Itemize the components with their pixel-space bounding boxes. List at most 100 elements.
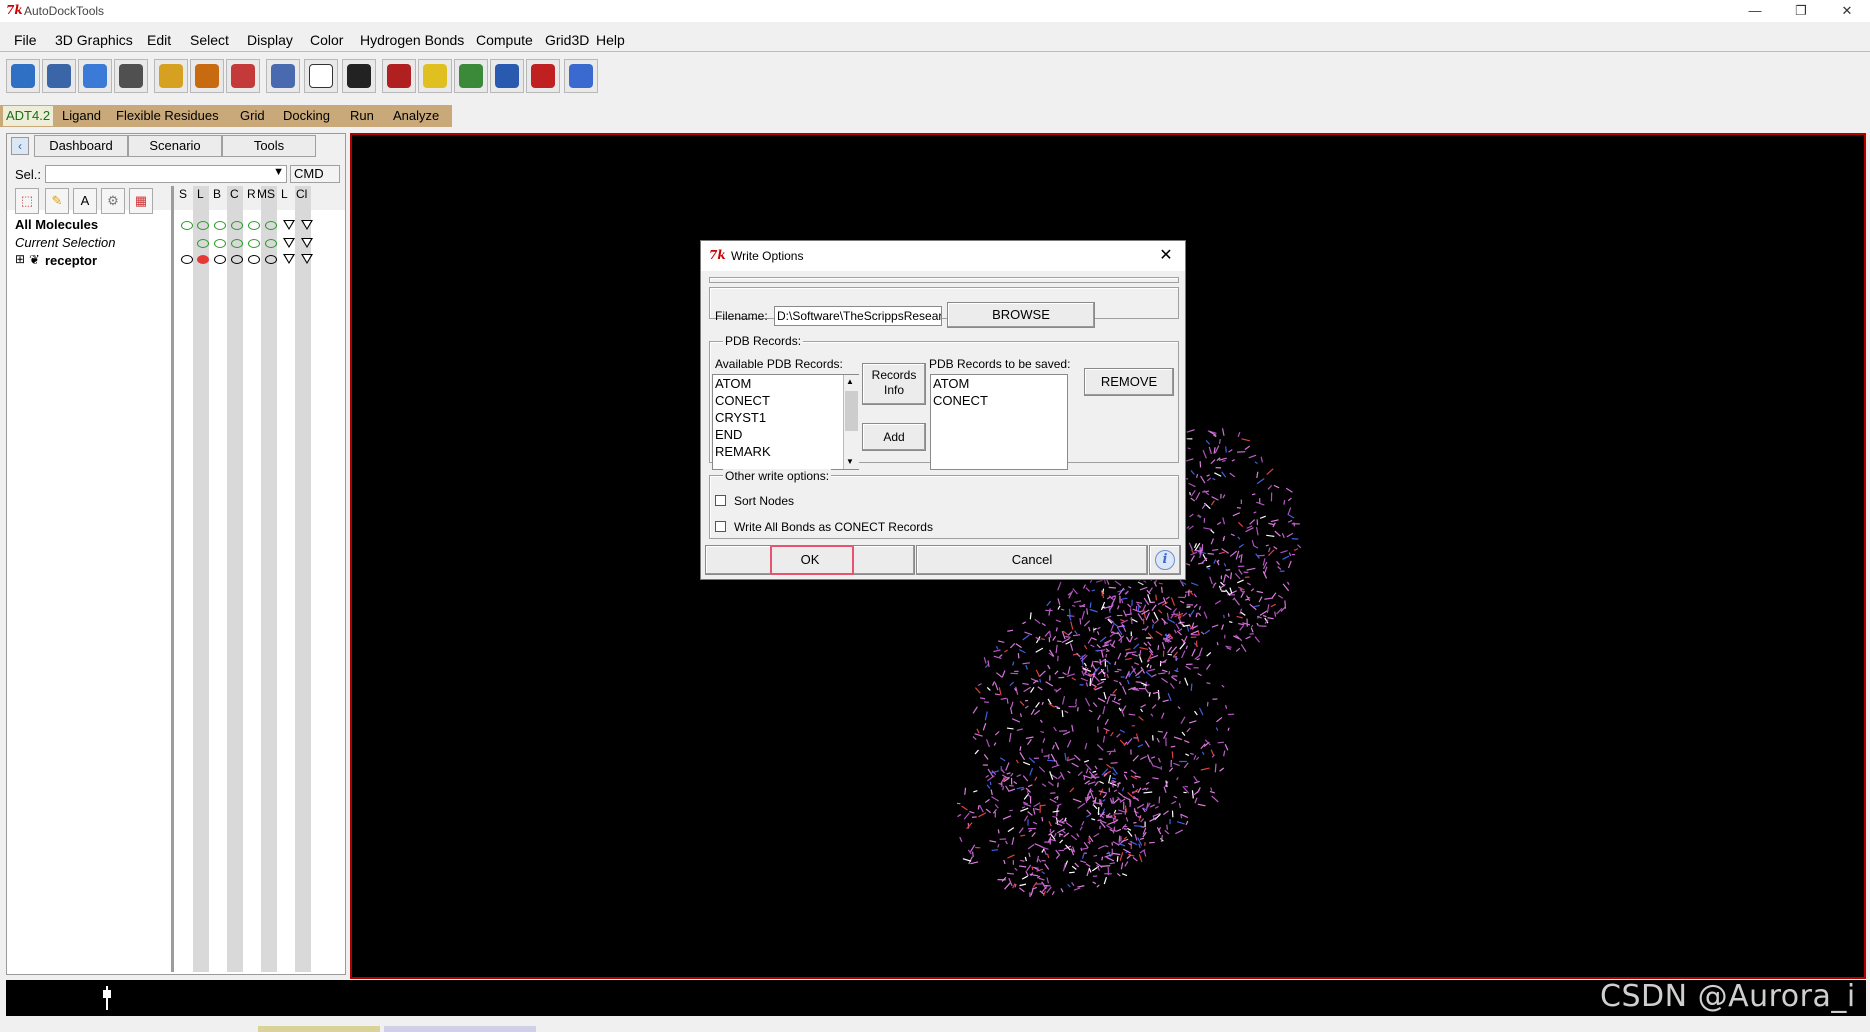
list-item[interactable]: CONECT bbox=[713, 392, 858, 409]
cancel-button[interactable]: Cancel bbox=[916, 545, 1148, 575]
gear-tool-icon[interactable]: ⚙ bbox=[101, 188, 125, 214]
toggle-circle[interactable] bbox=[265, 255, 277, 264]
list-item[interactable]: CONECT bbox=[931, 392, 1067, 409]
menu-select[interactable]: Select bbox=[190, 32, 229, 48]
help-map-icon[interactable] bbox=[564, 59, 598, 93]
menu-help[interactable]: Help bbox=[596, 32, 625, 48]
color-sphere-icon[interactable] bbox=[418, 59, 452, 93]
select-icon[interactable] bbox=[226, 59, 260, 93]
menu-file[interactable]: File bbox=[14, 32, 37, 48]
monitor-icon[interactable] bbox=[382, 59, 416, 93]
dropdown-triangle-icon[interactable] bbox=[301, 254, 313, 264]
scroll-up-icon[interactable]: ▲ bbox=[846, 377, 854, 386]
info-button[interactable]: i bbox=[1149, 545, 1181, 575]
toggle-circle[interactable] bbox=[181, 255, 193, 264]
toggle-circle[interactable] bbox=[197, 221, 209, 230]
tab-dashboard[interactable]: Dashboard bbox=[34, 135, 128, 157]
menu-hydrogen-bonds[interactable]: Hydrogen Bonds bbox=[360, 32, 464, 48]
dropdown-triangle-icon[interactable] bbox=[283, 254, 295, 264]
column-header-l2[interactable]: L bbox=[281, 187, 288, 201]
menu-3d-graphics[interactable]: 3D Graphics bbox=[55, 32, 133, 48]
pencil-tool-icon[interactable]: ✎ bbox=[45, 188, 69, 214]
adt-tab-docking[interactable]: Docking bbox=[283, 108, 330, 123]
close-window-button[interactable]: ✕ bbox=[1824, 0, 1870, 22]
maximize-button[interactable]: ❐ bbox=[1778, 0, 1824, 22]
list-item[interactable]: REMARK bbox=[713, 443, 858, 460]
toggle-circle[interactable] bbox=[265, 239, 277, 248]
collapse-panel-icon[interactable]: ‹ bbox=[11, 137, 29, 155]
tree-expand-icon[interactable]: ⊞ bbox=[15, 252, 25, 266]
stereo-glasses-icon[interactable] bbox=[490, 59, 524, 93]
crosshair-icon[interactable] bbox=[190, 59, 224, 93]
adt-tab-flexible-residues[interactable]: Flexible Residues bbox=[116, 108, 219, 123]
tree-all-molecules[interactable]: All Molecules bbox=[15, 217, 98, 232]
column-header-b[interactable]: B bbox=[213, 187, 221, 201]
column-header-cl[interactable]: Cl bbox=[296, 187, 307, 201]
text-align-icon[interactable] bbox=[342, 59, 376, 93]
toggle-circle[interactable] bbox=[214, 239, 226, 248]
list-item[interactable]: ATOM bbox=[713, 375, 858, 392]
write-bonds-checkbox[interactable] bbox=[715, 521, 726, 532]
scroll-thumb[interactable] bbox=[845, 391, 858, 431]
menu-color[interactable]: Color bbox=[310, 32, 343, 48]
adt-tab-analyze[interactable]: Analyze bbox=[393, 108, 439, 123]
list-item[interactable]: CRYST1 bbox=[713, 409, 858, 426]
pick-icon[interactable] bbox=[266, 59, 300, 93]
panel-divider[interactable] bbox=[171, 186, 174, 972]
toggle-circle[interactable] bbox=[197, 255, 209, 264]
toggle-circle[interactable] bbox=[197, 239, 209, 248]
tab-tools[interactable]: Tools bbox=[222, 135, 316, 157]
toggle-circle[interactable] bbox=[265, 221, 277, 230]
toggle-circle[interactable] bbox=[214, 255, 226, 264]
dropdown-triangle-icon[interactable] bbox=[283, 238, 295, 248]
dialog-close-button[interactable]: ✕ bbox=[1155, 245, 1177, 267]
menu-edit[interactable]: Edit bbox=[147, 32, 171, 48]
list-item[interactable]: END bbox=[713, 426, 858, 443]
toggle-circle[interactable] bbox=[231, 255, 243, 264]
dropdown-triangle-icon[interactable] bbox=[301, 220, 313, 230]
save-icon[interactable] bbox=[42, 59, 76, 93]
toggle-circle[interactable] bbox=[181, 221, 193, 230]
adt-tab-ligand[interactable]: Ligand bbox=[62, 108, 101, 123]
pencil-icon[interactable] bbox=[154, 59, 188, 93]
toggle-circle[interactable] bbox=[231, 221, 243, 230]
undo-icon[interactable] bbox=[78, 59, 112, 93]
dropdown-triangle-icon[interactable] bbox=[283, 220, 295, 230]
records-info-button[interactable]: Records Info bbox=[862, 363, 926, 405]
toggle-circle[interactable] bbox=[231, 239, 243, 248]
tab-scenario[interactable]: Scenario bbox=[128, 135, 222, 157]
hierarchy-icon[interactable] bbox=[454, 59, 488, 93]
list-item[interactable]: ATOM bbox=[931, 375, 1067, 392]
menu-grid3d[interactable]: Grid3D bbox=[545, 32, 589, 48]
toggle-circle[interactable] bbox=[214, 221, 226, 230]
tree-current-selection[interactable]: Current Selection bbox=[15, 235, 115, 250]
dropdown-triangle-icon[interactable] bbox=[301, 238, 313, 248]
tree-receptor[interactable]: receptor bbox=[45, 253, 97, 268]
open-icon[interactable] bbox=[6, 59, 40, 93]
sort-nodes-checkbox[interactable] bbox=[715, 495, 726, 506]
add-button[interactable]: Add bbox=[862, 423, 926, 451]
python-shell-icon[interactable] bbox=[304, 59, 338, 93]
ruler-tool-icon[interactable]: ▦ bbox=[129, 188, 153, 214]
menu-display[interactable]: Display bbox=[247, 32, 293, 48]
browse-button[interactable]: BROWSE bbox=[947, 302, 1095, 328]
filename-input[interactable]: D:\Software\TheScrippsResearchInstitute bbox=[774, 306, 942, 326]
column-header-s[interactable]: S bbox=[179, 187, 187, 201]
records-to-save-list[interactable]: ATOM CONECT bbox=[930, 374, 1068, 470]
adt-tab-run[interactable]: Run bbox=[350, 108, 374, 123]
column-header-r[interactable]: R bbox=[247, 187, 256, 201]
select-tool-icon[interactable]: ⬚ bbox=[15, 188, 39, 214]
toggle-circle[interactable] bbox=[248, 255, 260, 264]
dna-icon[interactable] bbox=[526, 59, 560, 93]
frame-slider-knob[interactable] bbox=[103, 990, 111, 998]
selection-input[interactable]: ▼ bbox=[45, 165, 287, 183]
toggle-circle[interactable] bbox=[248, 221, 260, 230]
remove-button[interactable]: REMOVE bbox=[1084, 368, 1174, 396]
column-header-l[interactable]: L bbox=[197, 187, 204, 201]
column-header-ms[interactable]: MS bbox=[257, 187, 275, 201]
scroll-down-icon[interactable]: ▼ bbox=[846, 457, 854, 466]
records-scrollbar[interactable]: ▲ ▼ bbox=[843, 375, 859, 469]
cmd-dropdown[interactable]: CMD ▼ bbox=[290, 165, 340, 197]
menu-compute[interactable]: Compute bbox=[476, 32, 533, 48]
available-records-list[interactable]: ATOM CONECT CRYST1 END REMARK bbox=[712, 374, 859, 470]
